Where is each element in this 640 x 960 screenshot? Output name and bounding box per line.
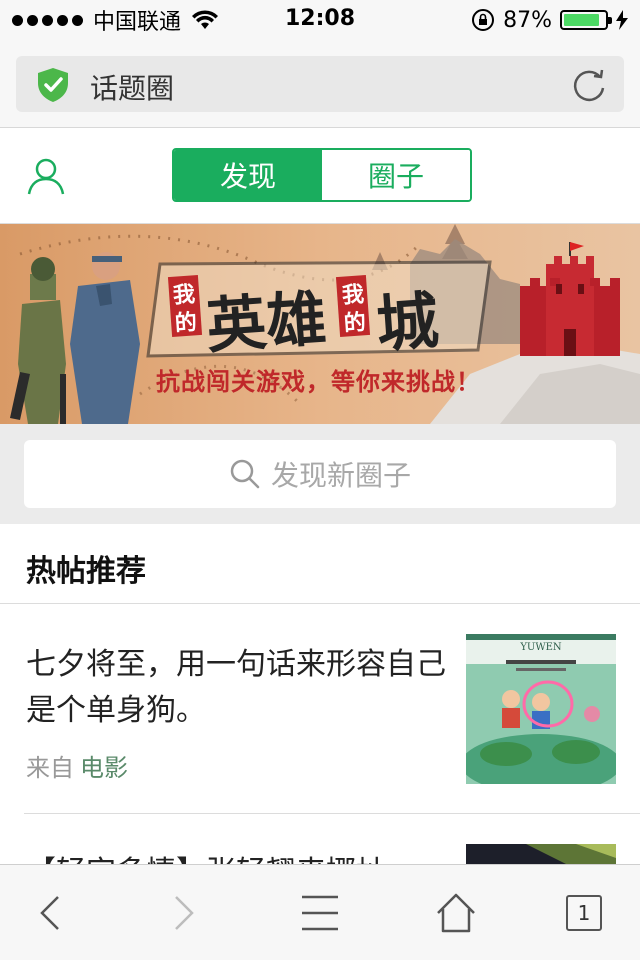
search-input[interactable]: 发现新圈子 [24, 440, 616, 508]
tab-discover[interactable]: 发现 [174, 150, 322, 200]
tabs-icon[interactable]: 1 [566, 895, 602, 931]
banner-title-word-2: 英雄 [204, 283, 329, 363]
page-title: 话题圈 [90, 72, 175, 105]
banner-title-word-3: 我的 [341, 282, 367, 337]
battery-icon [560, 10, 612, 30]
post-meta-prefix: 来自 [26, 754, 74, 782]
list-item[interactable]: 七夕将至，用一句话来形容自己是个单身狗。 来自 电影 YUWEN [0, 604, 640, 814]
browser-toolbar: 1 [0, 864, 640, 960]
search-icon [230, 459, 260, 489]
shield-check-icon [38, 68, 68, 102]
battery-percent: 87% [503, 7, 552, 33]
banner-subtitle: 抗战闯关游戏，等你来挑战！ [156, 368, 481, 396]
section-title: 热帖推荐 [26, 554, 146, 589]
promo-banner[interactable]: 我的 英雄 我的 城 抗战闯关游戏，等你来挑战！ [0, 224, 640, 424]
charging-bolt-icon [616, 10, 628, 30]
post-thumbnail[interactable]: YUWEN [466, 634, 616, 784]
status-right: 87% [471, 6, 628, 34]
browser-address-area: 话题圈 [0, 40, 640, 128]
battery-level [564, 14, 599, 26]
app-header: 发现 圈子 [0, 128, 640, 224]
tab-count: 1 [577, 901, 591, 925]
post-title[interactable]: 七夕将至，用一句话来形容自己是个单身狗。 [26, 642, 446, 734]
rotation-lock-icon [472, 9, 495, 31]
back-icon[interactable] [30, 891, 74, 935]
user-icon[interactable] [26, 156, 66, 196]
banner-title-word-4: 城 [373, 283, 441, 362]
hot-posts-heading: 热帖推荐 [0, 524, 640, 604]
thumbnail-caption: YUWEN [520, 642, 562, 653]
tab-circles[interactable]: 圈子 [322, 150, 470, 200]
menu-icon[interactable] [298, 891, 342, 935]
search-area: 发现新圈子 [0, 424, 640, 524]
segmented-control: 发现 圈子 [172, 148, 472, 202]
forward-icon[interactable] [160, 891, 204, 935]
banner-title-word-1: 我的 [172, 282, 198, 337]
post-meta: 来自 电影 [26, 748, 128, 783]
home-icon[interactable] [434, 891, 478, 935]
status-bar: 中国联通 12:08 87% [0, 0, 640, 40]
reload-icon[interactable] [570, 66, 608, 104]
search-placeholder: 发现新圈子 [270, 459, 411, 492]
thumbnail-image [466, 634, 616, 784]
address-bar[interactable]: 话题圈 [16, 56, 624, 112]
post-source-link[interactable]: 电影 [80, 754, 128, 782]
